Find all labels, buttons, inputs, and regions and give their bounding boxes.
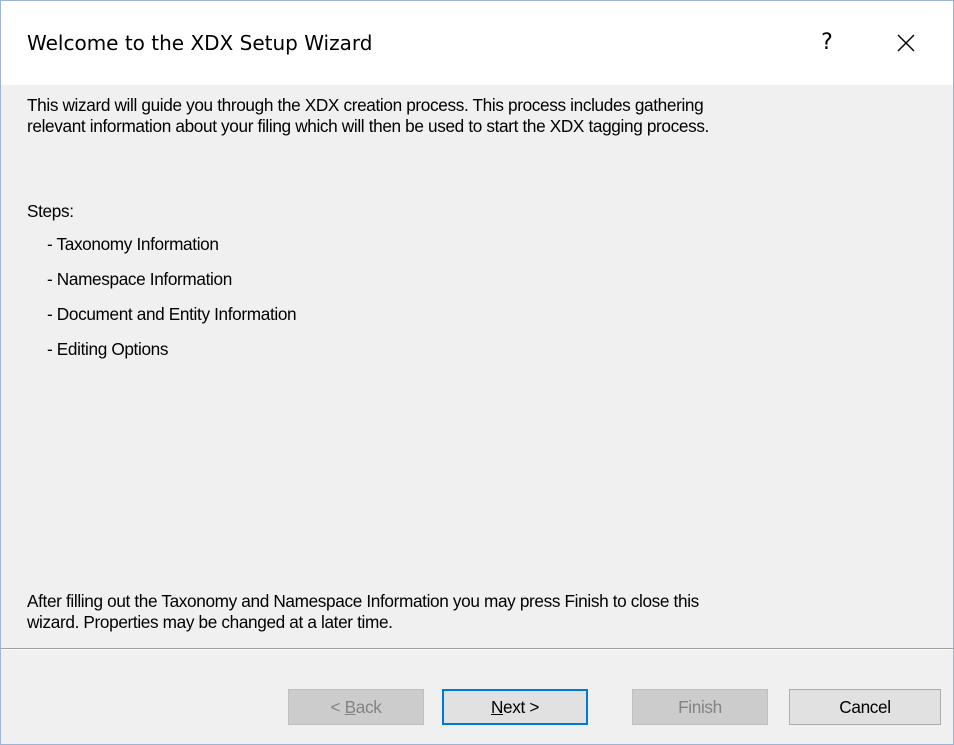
dialog-title: Welcome to the XDX Setup Wizard (27, 31, 373, 55)
title-bar[interactable]: Welcome to the XDX Setup Wizard ? (1, 1, 953, 85)
setup-wizard-dialog: Welcome to the XDX Setup Wizard ? This w… (0, 0, 954, 745)
outro-line: wizard. Properties may be changed at a l… (27, 612, 393, 632)
step-document-and-entity-information: - Document and Entity Information (47, 304, 297, 324)
button-separator (1, 648, 953, 650)
help-button[interactable]: ? (807, 23, 847, 63)
next-button-rest: ext > (503, 697, 540, 717)
steps-list: - Taxonomy Information - Namespace Infor… (47, 234, 297, 374)
next-button-mnemonic: N (490, 697, 504, 717)
cancel-button[interactable]: Cancel (789, 689, 941, 725)
close-button[interactable] (886, 23, 926, 63)
intro-text: This wizard will guide you through the X… (27, 95, 937, 137)
outro-text: After filling out the Taxonomy and Names… (27, 591, 937, 633)
intro-line: This wizard will guide you through the X… (27, 95, 704, 115)
back-button[interactable]: < Back (288, 689, 424, 725)
wizard-content: This wizard will guide you through the X… (1, 85, 953, 647)
steps-label: Steps: (27, 201, 74, 221)
back-button-rest: ack (355, 697, 382, 717)
outro-line: After filling out the Taxonomy and Names… (27, 591, 699, 611)
step-editing-options: - Editing Options (47, 339, 169, 359)
step-taxonomy-information: - Taxonomy Information (47, 234, 219, 254)
back-button-mnemonic: B (344, 697, 356, 717)
finish-button[interactable]: Finish (632, 689, 768, 725)
intro-line: relevant information about your filing w… (27, 116, 709, 136)
back-button-prefix: < (330, 697, 345, 717)
next-button[interactable]: Next > (442, 689, 588, 725)
close-icon (897, 34, 915, 52)
step-namespace-information: - Namespace Information (47, 269, 232, 289)
